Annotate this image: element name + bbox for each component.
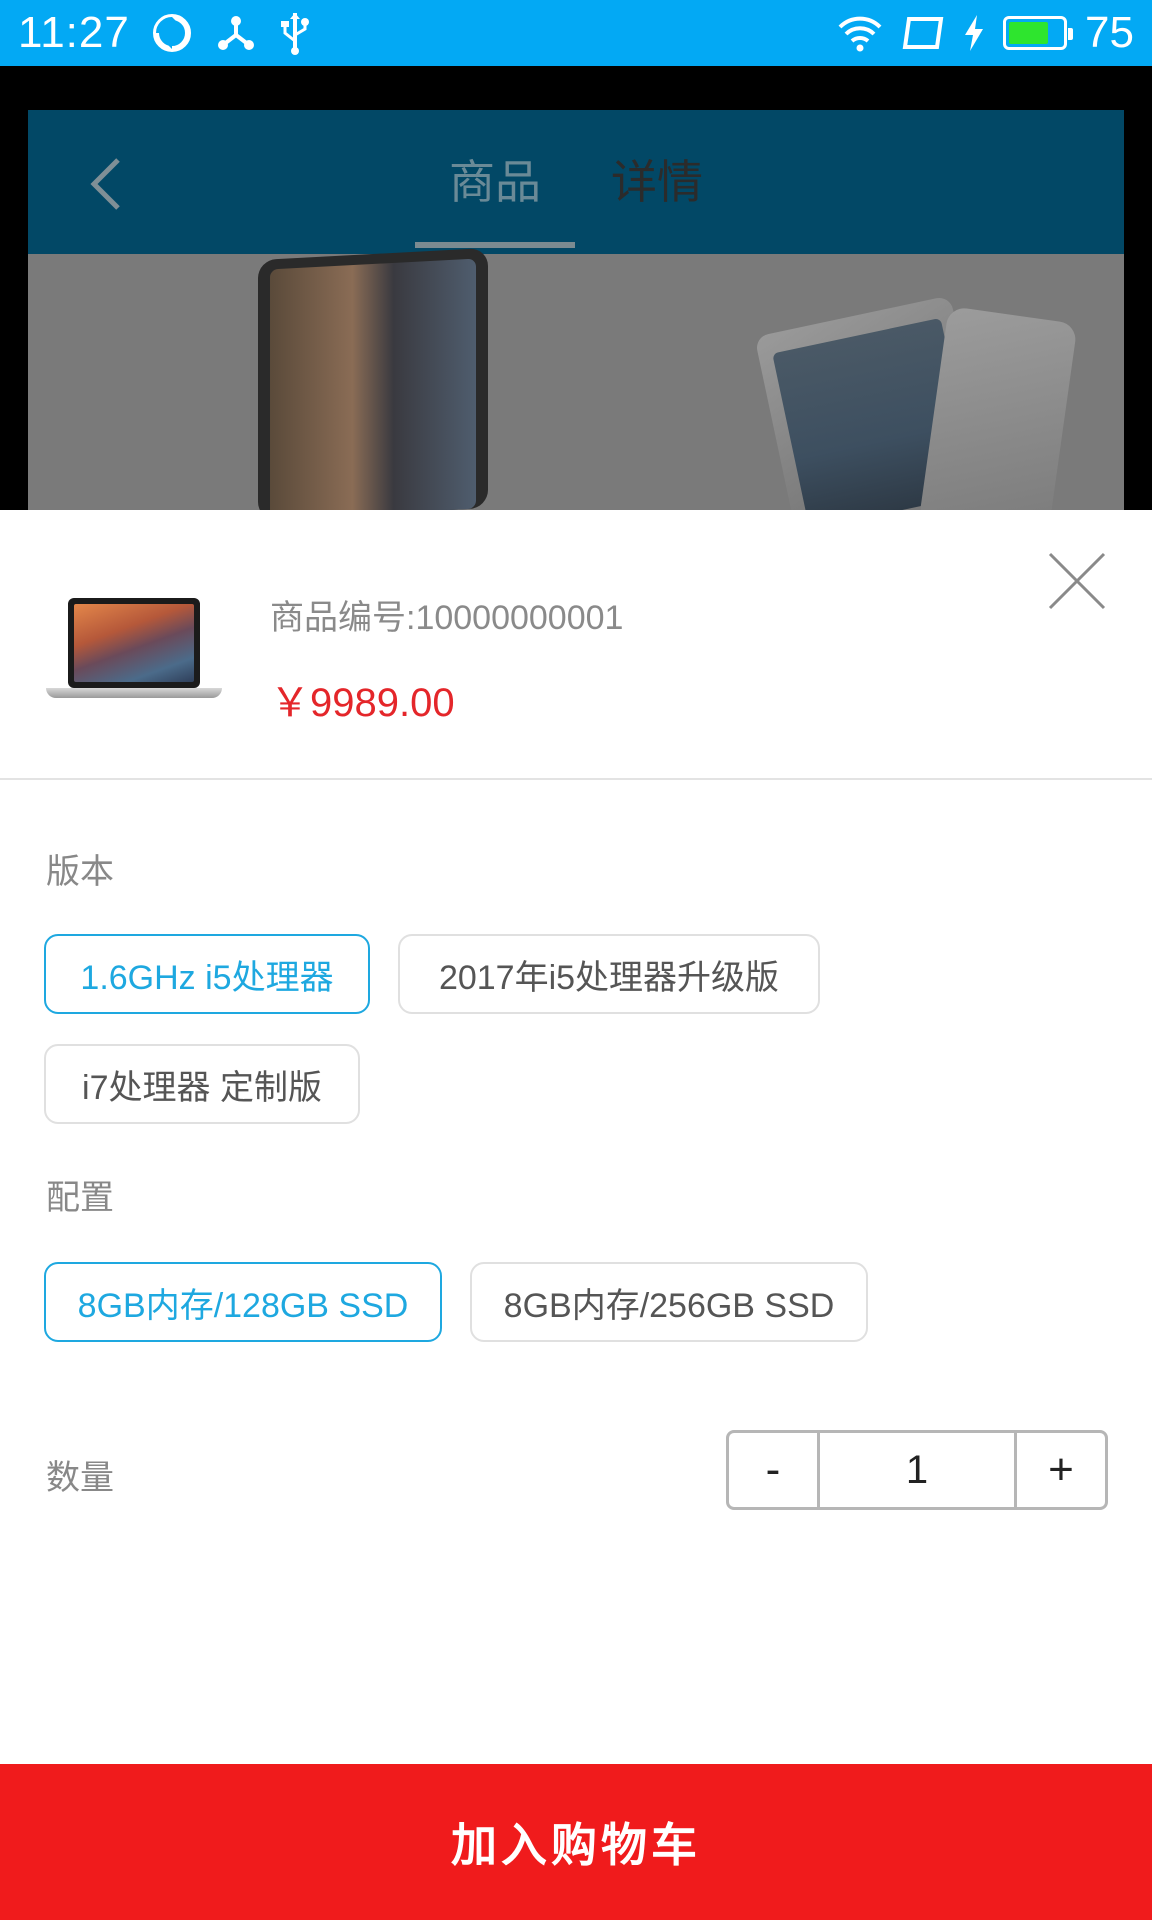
version-option-2[interactable]: 2017年i5处理器升级版 [398,934,820,1014]
tab-details[interactable]: 详情 [611,146,703,218]
status-notification-icons [152,11,310,55]
quantity-label: 数量 [46,1458,114,1498]
quantity-decrease-button[interactable]: - [729,1433,817,1507]
status-bar: 11:27 75 [0,0,1152,66]
charging-bolt-icon [965,15,984,51]
status-system-icons: 75 [837,8,1134,58]
version-option-3[interactable]: i7处理器 定制版 [44,1044,360,1124]
share-network-icon [217,16,254,50]
tab-details-label: 详情 [611,155,703,209]
quantity-value[interactable]: 1 [817,1433,1017,1507]
tab-product[interactable]: 商品 [415,146,575,248]
product-summary: 商品编号:10000000001 ￥9989.00 [0,510,1152,780]
back-arrow-icon[interactable] [78,154,138,214]
battery-icon [1003,16,1074,50]
add-to-cart-button[interactable]: 加入购物车 [0,1764,1152,1920]
background-page: 商品 详情 [28,110,1124,510]
version-option-1[interactable]: 1.6GHz i5处理器 [44,934,370,1014]
battery-fill [1009,22,1049,44]
status-time: 11:27 [18,8,130,57]
product-hero-image [28,247,1124,510]
tab-product-label: 商品 [449,155,541,209]
hero-ipad-image [258,247,488,510]
wifi-icon [838,16,882,52]
screen-rotate-icon [902,17,944,49]
product-code: 商品编号:10000000001 [270,599,624,637]
version-label: 版本 [46,852,114,892]
header-tabs: 商品 详情 [415,146,703,248]
quantity-increase-button[interactable]: + [1017,1433,1105,1507]
product-price: ￥9989.00 [270,681,455,725]
tab-active-indicator [415,242,575,248]
battery-percent: 75 [1085,8,1134,57]
sku-selector-sheet: 商品编号:10000000001 ￥9989.00 版本 1.6GHz i5处理… [0,510,1152,1920]
config-option-1[interactable]: 8GB内存/128GB SSD [44,1262,442,1342]
config-label: 配置 [46,1178,114,1218]
config-option-2[interactable]: 8GB内存/256GB SSD [470,1262,868,1342]
sync-icon [152,14,191,52]
close-icon[interactable] [1044,548,1110,614]
quantity-stepper: - 1 + [726,1430,1108,1510]
product-thumbnail [44,590,224,702]
page-header: 商品 详情 [28,110,1124,254]
usb-icon [280,13,309,55]
